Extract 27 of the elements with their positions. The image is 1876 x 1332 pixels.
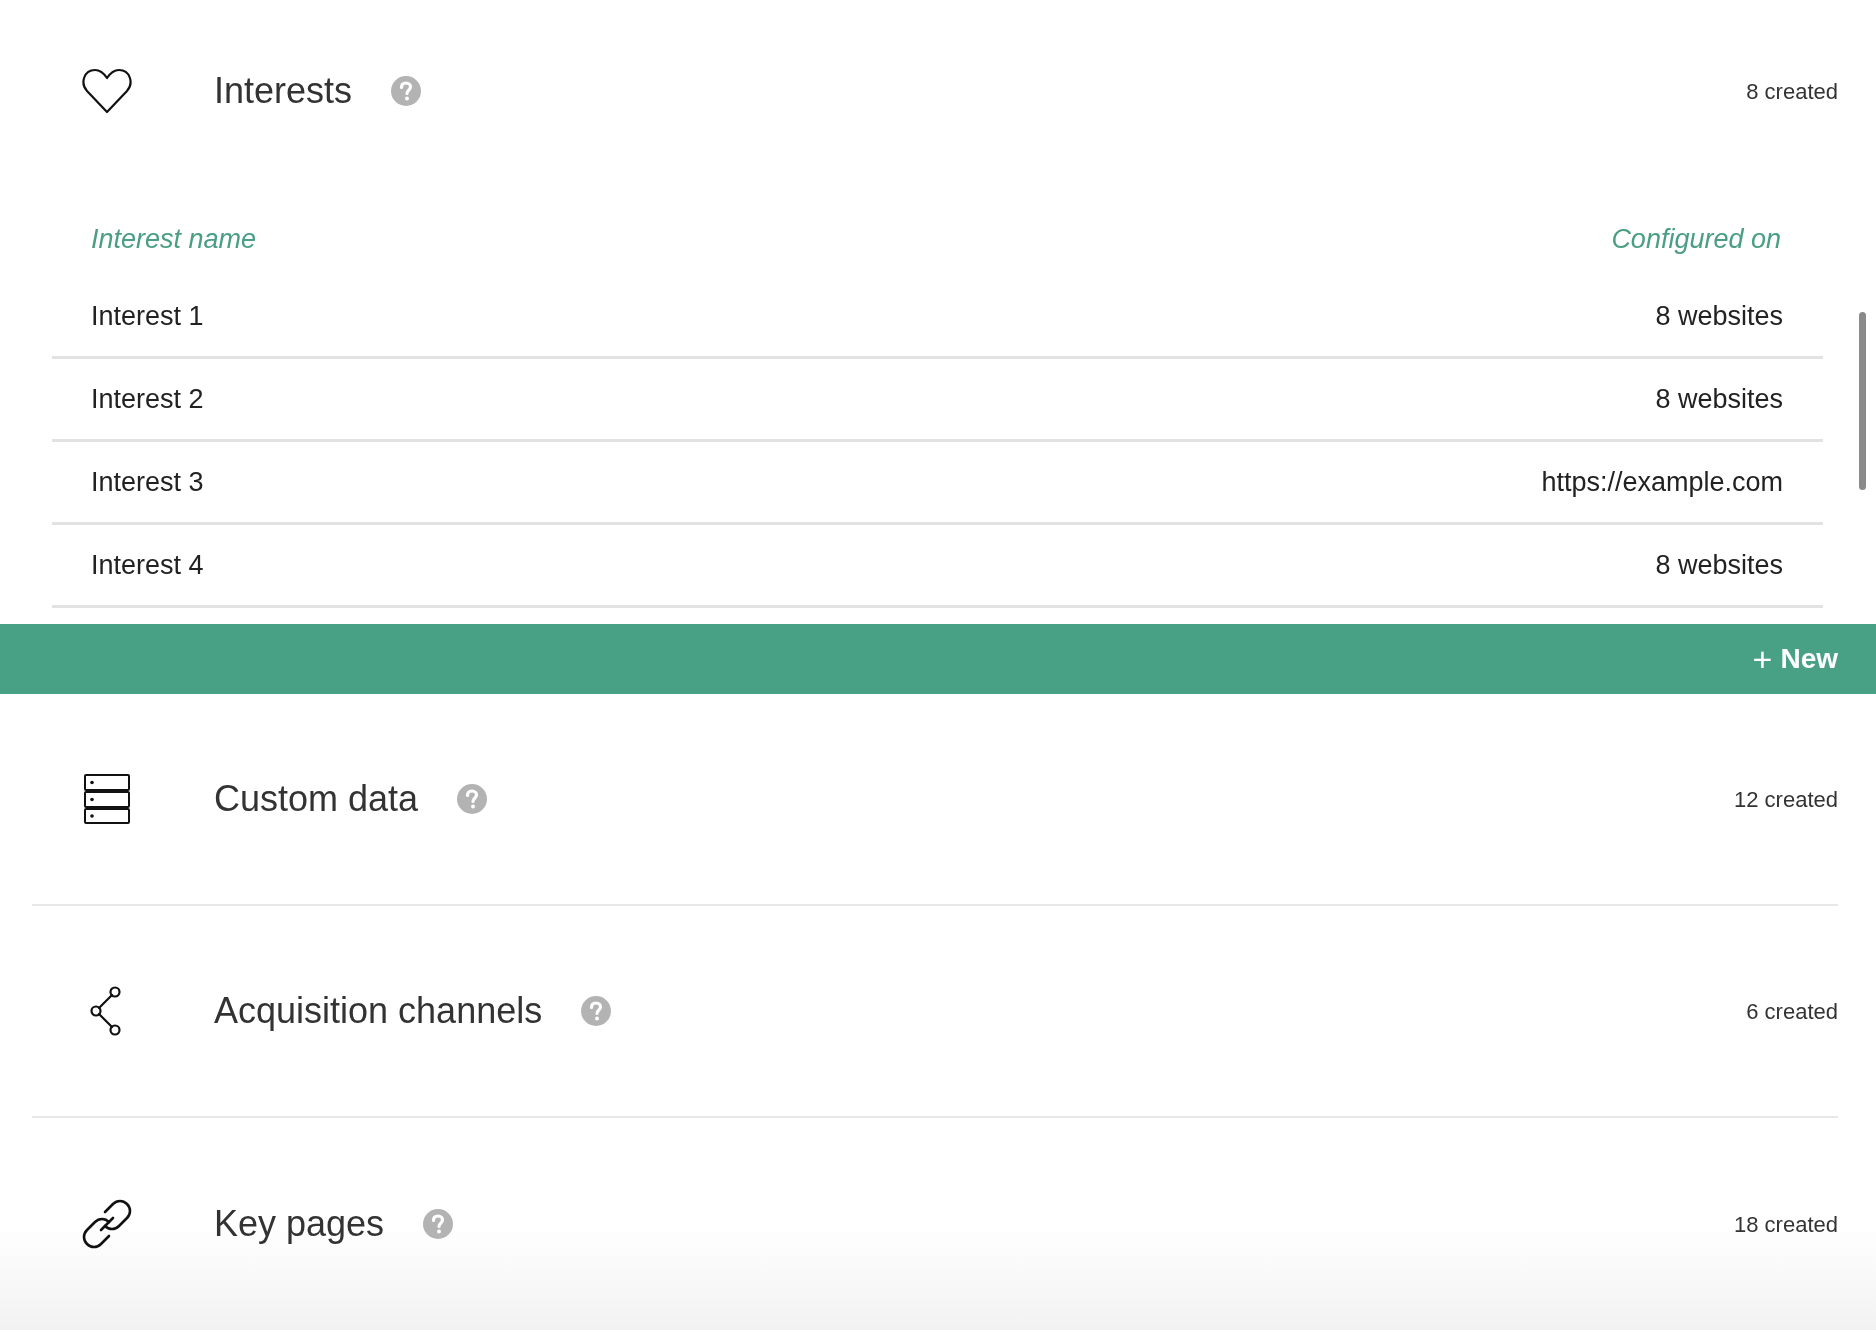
interest-name: Interest 2 bbox=[91, 382, 204, 416]
section-title: Interests bbox=[214, 69, 353, 113]
help-icon[interactable] bbox=[422, 1208, 455, 1240]
configured-on: 8 websites bbox=[1655, 299, 1783, 333]
section-title: Custom data bbox=[214, 777, 419, 821]
help-icon[interactable] bbox=[456, 783, 489, 815]
heart-icon bbox=[81, 67, 133, 115]
column-header: Configured on bbox=[1611, 222, 1781, 256]
new-button[interactable]: + New bbox=[1752, 638, 1838, 680]
configured-on: 8 websites bbox=[1655, 382, 1783, 416]
created-count: 12 created bbox=[1734, 785, 1838, 814]
configured-on: 8 websites bbox=[1655, 548, 1783, 582]
created-count: 6 created bbox=[1746, 997, 1838, 1026]
help-icon[interactable] bbox=[390, 75, 423, 107]
created-count: 8 created bbox=[1746, 77, 1838, 106]
help-icon[interactable] bbox=[580, 995, 613, 1027]
chain-link-icon bbox=[81, 1198, 133, 1250]
section-title: Acquisition channels bbox=[214, 989, 543, 1033]
column-header: Interest name bbox=[91, 222, 257, 256]
interest-name: Interest 1 bbox=[91, 299, 204, 333]
interest-name: Interest 3 bbox=[91, 465, 204, 499]
section-title: Key pages bbox=[214, 1202, 385, 1246]
interest-name: Interest 4 bbox=[91, 548, 204, 582]
configured-on: https://example.com bbox=[1541, 465, 1783, 499]
created-count: 18 created bbox=[1734, 1210, 1838, 1239]
plus-icon: + bbox=[1752, 642, 1773, 676]
server-icon bbox=[83, 773, 131, 825]
